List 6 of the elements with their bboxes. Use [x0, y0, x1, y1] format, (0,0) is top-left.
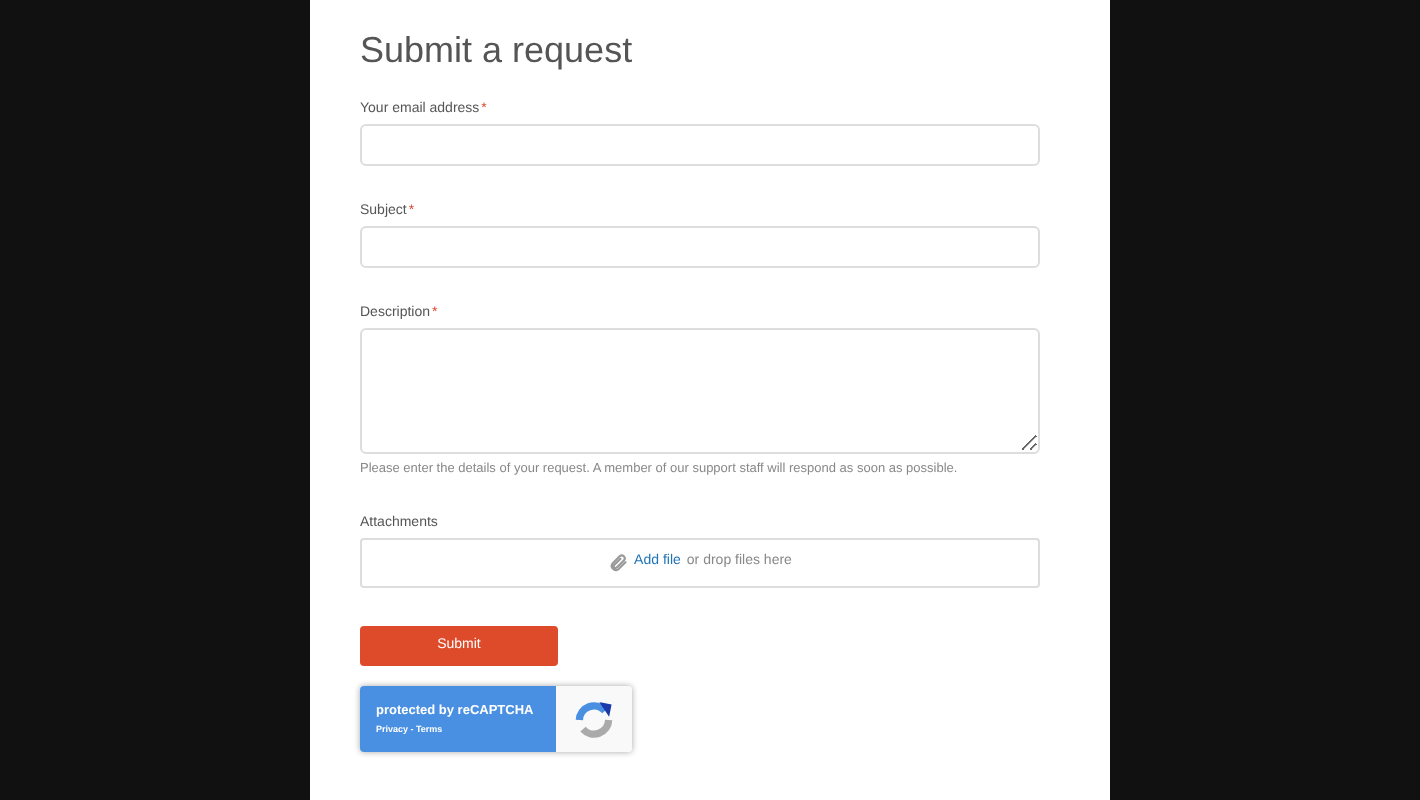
text-input[interactable]: [360, 124, 1040, 166]
description-textarea[interactable]: [360, 328, 1040, 454]
paperclip-icon: [608, 552, 629, 574]
page-title: Submit a request: [360, 28, 635, 72]
text-input[interactable]: [360, 226, 1040, 268]
recaptcha-logo-icon: [572, 697, 616, 741]
